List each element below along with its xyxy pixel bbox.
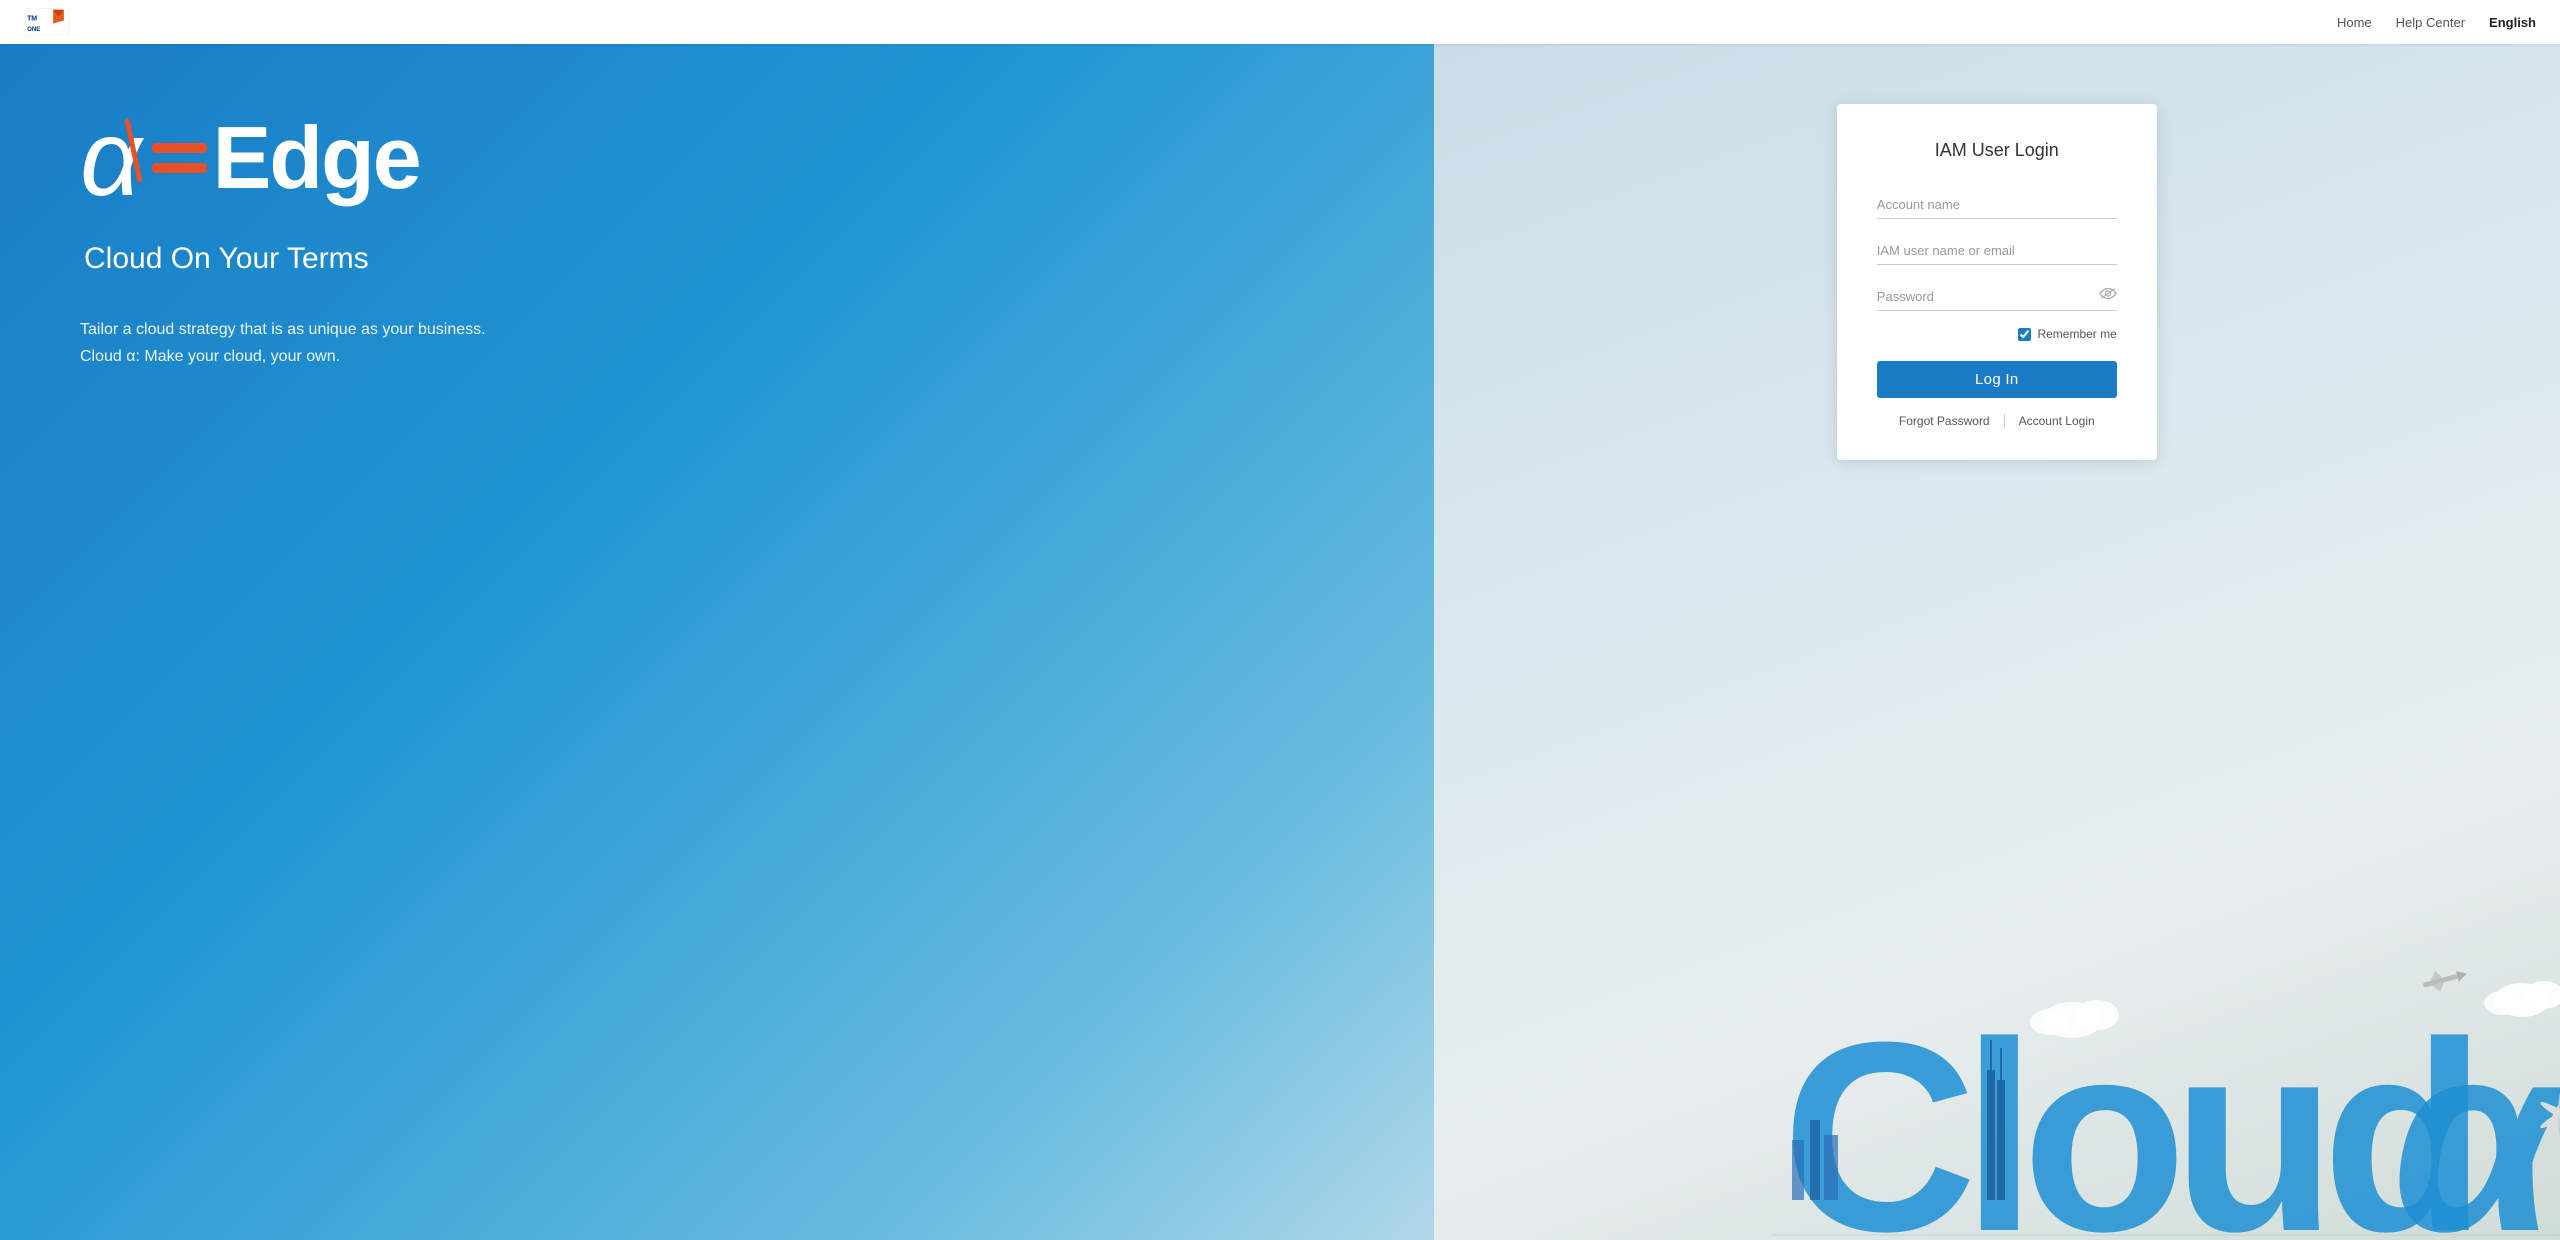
- remember-checkbox[interactable]: [2018, 328, 2031, 341]
- login-title: IAM User Login: [1877, 140, 2117, 161]
- main-page: α Edge Cloud On Your Terms Tailor a clou…: [0, 0, 2560, 1240]
- left-panel: α Edge Cloud On Your Terms Tailor a clou…: [0, 44, 1434, 1240]
- nav-home[interactable]: Home: [2337, 15, 2372, 30]
- login-card: IAM User Login Remember: [1837, 104, 2157, 460]
- iam-user-group: [1877, 235, 2117, 265]
- nav-language[interactable]: English: [2489, 15, 2536, 30]
- alpha-symbol: α: [80, 104, 142, 212]
- city-svg: Cloud α: [1772, 940, 2560, 1240]
- svg-text:α: α: [2392, 987, 2560, 1240]
- logo-area: TM ONE: [24, 6, 70, 38]
- remember-label: Remember me: [2037, 327, 2116, 341]
- edge-text: Edge: [146, 114, 420, 202]
- nav-help[interactable]: Help Center: [2396, 15, 2465, 30]
- password-input[interactable]: [1877, 281, 2117, 311]
- account-name-input[interactable]: [1877, 189, 2117, 219]
- account-name-group: [1877, 189, 2117, 219]
- login-button[interactable]: Log In: [1877, 361, 2117, 398]
- edge-bars: [152, 143, 207, 173]
- topnav: TM ONE Home Help Center English: [0, 0, 2560, 44]
- remember-row: Remember me: [1877, 327, 2117, 341]
- toggle-password-icon[interactable]: [2099, 287, 2117, 306]
- edge-label: Edge: [213, 114, 420, 202]
- account-login-link[interactable]: Account Login: [2005, 414, 2109, 428]
- description-line1: Tailor a cloud strategy that is as uniqu…: [80, 321, 486, 338]
- tagline: Cloud On Your Terms: [84, 242, 1354, 276]
- forgot-password-link[interactable]: Forgot Password: [1885, 414, 2004, 428]
- brand-logo: α Edge: [80, 104, 1354, 212]
- svg-text:Cloud: Cloud: [1782, 987, 2472, 1240]
- nav-links: Home Help Center English: [2337, 15, 2536, 30]
- iam-user-input[interactable]: [1877, 235, 2117, 265]
- tmone-logo: TM ONE: [24, 6, 70, 38]
- svg-text:ONE: ONE: [27, 26, 40, 33]
- bottom-illustration: Cloud α: [1772, 940, 2560, 1240]
- bottom-links: Forgot Password Account Login: [1877, 414, 2117, 428]
- description-line2: Cloud α: Make your cloud, your own.: [80, 348, 340, 365]
- svg-text:TM: TM: [27, 15, 37, 22]
- description: Tailor a cloud strategy that is as uniqu…: [80, 316, 580, 370]
- right-panel: IAM User Login Remember: [1434, 44, 2560, 1240]
- password-group: [1877, 281, 2117, 311]
